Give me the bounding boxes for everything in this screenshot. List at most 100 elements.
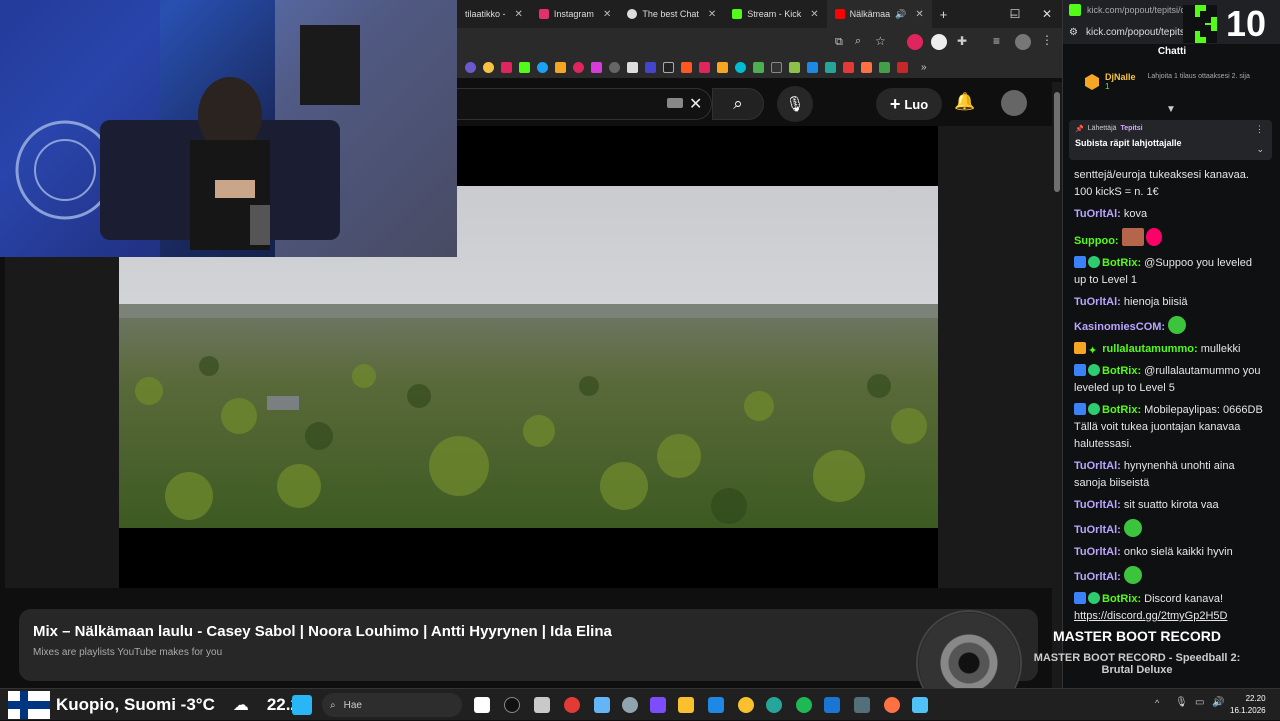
settings-gear-icon[interactable] [622, 697, 638, 713]
more-bookmarks-icon[interactable]: » [921, 62, 927, 73]
pinned-message[interactable]: 📌 Lähettäjä Tepitsi Subista räpit lahjotta… [1069, 120, 1272, 160]
message-user[interactable]: rullalautamummo: [1102, 343, 1197, 355]
bookmark-icon[interactable] [861, 61, 872, 73]
volume-icon[interactable]: 🔊 [1212, 697, 1224, 708]
taskbar-app-icon[interactable] [474, 697, 490, 713]
scrollbar-thumb[interactable] [1054, 92, 1060, 192]
tab-best-chat[interactable]: The best Chat ✕ [619, 0, 724, 28]
system-clock[interactable]: 22.20 16.1.2026 [1230, 693, 1266, 717]
discord-icon[interactable] [650, 697, 666, 713]
site-settings-icon[interactable]: ⚙ [1069, 27, 1078, 38]
pinned-menu-icon[interactable]: ⋮ [1255, 124, 1264, 135]
bookmark-icon[interactable] [519, 61, 530, 73]
start-button[interactable] [292, 695, 312, 715]
bookmark-icon[interactable] [897, 61, 908, 73]
playlist-title[interactable]: Mix – Nälkämaan laulu - Casey Sabol | No… [33, 623, 612, 640]
message-user[interactable]: TuOrltAl: [1074, 524, 1121, 536]
taskbar-app-icon[interactable] [534, 697, 550, 713]
microphone-tray-icon[interactable]: 🎙 [1175, 697, 1188, 708]
search-input[interactable]: ✕ [457, 88, 712, 120]
discord-link[interactable]: https://discord.gg/2tmyGp2H5D [1074, 610, 1227, 622]
bookmark-icon[interactable] [537, 61, 548, 73]
message-user[interactable]: TuOrltAl: [1074, 296, 1121, 308]
maximize-button[interactable]: ☐ [1001, 0, 1029, 28]
account-avatar[interactable] [1001, 90, 1027, 116]
window-close-button[interactable]: ✕ [1033, 0, 1061, 28]
expand-icon[interactable]: ▼ [1166, 104, 1176, 115]
profile-avatar[interactable] [1015, 34, 1031, 50]
bookmark-icon[interactable] [717, 61, 728, 73]
media-control-icon[interactable]: ≡ [993, 34, 1000, 48]
taskbar-search[interactable]: ⌕ Hae [322, 693, 462, 717]
gifter-name[interactable]: DjNalle [1105, 72, 1136, 82]
message-user[interactable]: TuOrltAl: [1074, 546, 1121, 558]
taskbar-app-icon[interactable] [564, 697, 580, 713]
bookmark-icon[interactable] [753, 61, 764, 73]
message-user[interactable]: TuOrltAl: [1074, 571, 1121, 583]
close-icon[interactable]: ✕ [708, 9, 716, 20]
chrome-icon[interactable] [738, 697, 754, 713]
tab-kick-stream[interactable]: Stream - Kick ✕ [724, 0, 826, 28]
close-icon[interactable]: ✕ [603, 9, 611, 20]
edge-icon[interactable] [766, 697, 782, 713]
tab-instagram[interactable]: Instagram ✕ [531, 0, 619, 28]
bookmark-icon[interactable] [483, 61, 494, 73]
bookmark-icon[interactable] [555, 61, 566, 73]
spotify-icon[interactable] [796, 697, 812, 713]
search-button[interactable]: ⌕ [712, 88, 764, 120]
clear-search-icon[interactable]: ✕ [689, 94, 702, 114]
address-bar[interactable]: ⧉ ⌕ ☆ ✚ ≡ ⋮ [457, 28, 1062, 56]
message-user[interactable]: BotRix: [1102, 257, 1141, 269]
message-user[interactable]: TuOrltAl: [1074, 208, 1121, 220]
message-user[interactable]: BotRix: [1102, 365, 1141, 377]
bookmark-icon[interactable] [789, 61, 800, 73]
close-icon[interactable]: ✕ [810, 9, 818, 20]
speaker-icon[interactable]: 🔊 [895, 9, 906, 20]
bookmark-icon[interactable] [501, 61, 512, 73]
close-icon[interactable]: ✕ [915, 9, 923, 20]
tab-other[interactable]: tilaatikko - ✕ [457, 0, 531, 28]
bookmark-icon[interactable] [591, 61, 602, 73]
firefox-icon[interactable] [884, 697, 900, 713]
bookmark-icon[interactable] [879, 61, 890, 73]
taskbar-app-icon[interactable] [504, 697, 520, 713]
taskbar-app-icon[interactable] [594, 697, 610, 713]
message-user[interactable]: TuOrltAl: [1074, 460, 1121, 472]
message-user[interactable]: KasinomiesCOM: [1074, 321, 1165, 333]
playlist-card[interactable]: Mix – Nälkämaan laulu - Casey Sabol | No… [19, 609, 1038, 681]
file-explorer-icon[interactable] [678, 697, 694, 713]
message-user[interactable]: BotRix: [1102, 593, 1141, 605]
bookmark-icon[interactable] [465, 61, 476, 73]
tab-youtube[interactable]: Nälkämaa 🔊 ✕ [826, 0, 932, 28]
extension-icon[interactable] [931, 34, 947, 50]
tray-chevron-icon[interactable]: ^ [1155, 698, 1159, 708]
bookmark-icon[interactable] [843, 61, 854, 73]
bookmark-icon[interactable] [771, 61, 782, 73]
bookmark-icon[interactable] [735, 61, 746, 73]
browser-menu-icon[interactable]: ⋮ [1041, 33, 1053, 47]
bookmark-icon[interactable] [573, 61, 584, 73]
extension-icon[interactable] [907, 34, 923, 50]
notifications-bell-icon[interactable]: 🔔 [954, 92, 975, 112]
create-button[interactable]: + Luo [876, 88, 942, 120]
chevron-down-icon[interactable]: ⌄ [1256, 144, 1264, 155]
bookmark-star-icon[interactable]: ☆ [875, 34, 886, 48]
weather-widget[interactable]: Kuopio, Suomi -3°C ☁ 22.20 [8, 689, 309, 721]
voice-search-button[interactable]: 🎙 [777, 86, 813, 122]
install-icon[interactable]: ⧉ [835, 36, 843, 49]
bookmark-icon[interactable] [825, 61, 836, 73]
network-icon[interactable]: ▭ [1195, 697, 1204, 708]
zoom-icon[interactable]: ⌕ [855, 35, 861, 48]
message-user[interactable]: BotRix: [1102, 404, 1141, 416]
taskbar-app-icon[interactable] [824, 697, 840, 713]
mail-icon[interactable] [708, 697, 724, 713]
bookmark-icon[interactable] [627, 61, 638, 73]
bookmark-icon[interactable] [609, 61, 620, 73]
taskbar-app-icon[interactable] [912, 697, 928, 713]
tiktok-icon[interactable] [663, 61, 674, 73]
keyboard-icon[interactable] [667, 98, 683, 108]
message-user[interactable]: TuOrltAl: [1074, 499, 1121, 511]
message-user[interactable]: Suppoo: [1074, 235, 1119, 247]
taskbar-app-icon[interactable] [854, 697, 870, 713]
bookmark-icon[interactable] [699, 61, 710, 73]
